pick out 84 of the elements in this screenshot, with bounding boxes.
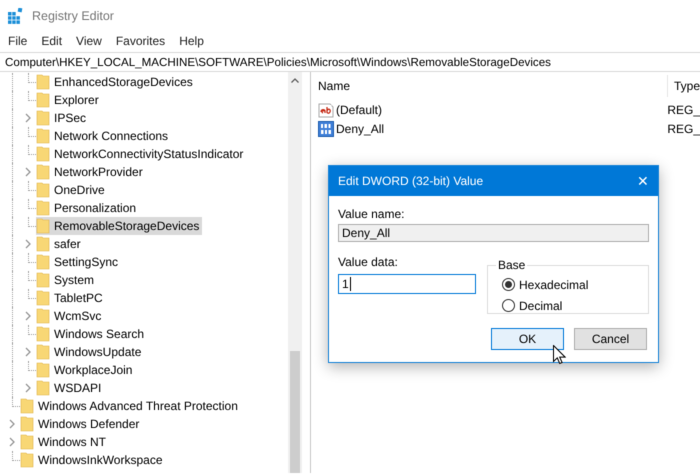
radio-button[interactable] bbox=[502, 278, 515, 291]
folder-icon bbox=[36, 254, 50, 270]
dialog-button[interactable]: Cancel bbox=[574, 328, 647, 350]
chevron-icon[interactable] bbox=[25, 167, 32, 177]
radio-option[interactable]: Decimal bbox=[502, 295, 638, 316]
chevron-icon[interactable] bbox=[25, 347, 32, 357]
string-value-icon bbox=[318, 102, 334, 118]
folder-icon bbox=[20, 398, 34, 414]
column-header[interactable]: Name bbox=[318, 79, 350, 93]
dialog-button[interactable]: OK bbox=[491, 328, 564, 350]
tree-item[interactable]: TabletPC bbox=[36, 289, 106, 307]
chevron-icon[interactable] bbox=[9, 437, 16, 447]
field-label: Value name: bbox=[338, 206, 406, 222]
tree-item[interactable]: WorkplaceJoin bbox=[36, 361, 136, 379]
tree-item[interactable]: Personalization bbox=[36, 199, 140, 217]
column-header[interactable]: Type bbox=[666, 75, 700, 97]
tree-item[interactable]: Explorer bbox=[36, 91, 102, 109]
chevron-icon[interactable] bbox=[25, 113, 32, 123]
folder-icon bbox=[20, 416, 34, 432]
tree-item[interactable]: WcmSvc bbox=[36, 307, 104, 325]
radio-option[interactable]: Hexadecimal bbox=[502, 274, 638, 295]
value-entry[interactable]: (Default) bbox=[318, 102, 668, 118]
tree-item[interactable]: NetworkProvider bbox=[36, 163, 146, 181]
folder-icon bbox=[36, 218, 50, 234]
tree-item[interactable]: WSDAPI bbox=[36, 379, 104, 397]
folder-icon bbox=[36, 110, 50, 126]
value-type: REG_ bbox=[667, 122, 700, 136]
folder-icon bbox=[36, 272, 50, 288]
folder-icon bbox=[36, 344, 50, 360]
tree-item[interactable]: NetworkConnectivityStatusIndicator bbox=[36, 145, 246, 163]
tree-item[interactable]: IPSec bbox=[36, 109, 90, 127]
menu-item[interactable]: Favorites bbox=[116, 34, 166, 48]
tree-item[interactable]: RemovableStorageDevices bbox=[36, 217, 202, 235]
value-type: REG_ bbox=[667, 102, 700, 116]
group-label: Base bbox=[497, 258, 526, 272]
menu-item[interactable]: Edit bbox=[41, 34, 62, 48]
tree-item[interactable]: safer bbox=[36, 235, 84, 253]
folder-icon bbox=[36, 200, 50, 216]
tree-item[interactable]: WindowsInkWorkspace bbox=[20, 451, 166, 469]
folder-icon bbox=[36, 128, 50, 144]
folder-icon bbox=[36, 146, 50, 162]
app-icon bbox=[8, 8, 24, 24]
value-name-field[interactable]: Deny_All bbox=[338, 224, 649, 242]
folder-icon bbox=[20, 434, 34, 450]
value-data-field[interactable]: 1 bbox=[338, 274, 476, 294]
scrollbar[interactable] bbox=[288, 72, 302, 473]
tree-item[interactable]: Network Connections bbox=[36, 127, 172, 145]
tree-item[interactable]: Windows Defender bbox=[20, 415, 142, 433]
folder-icon bbox=[36, 308, 50, 324]
radio-button[interactable] bbox=[502, 299, 515, 312]
tree-item[interactable]: Windows Advanced Threat Protection bbox=[20, 397, 241, 415]
chevron-icon[interactable] bbox=[25, 383, 32, 393]
tree-item[interactable]: WindowsUpdate bbox=[36, 343, 144, 361]
scroll-thumb[interactable] bbox=[290, 351, 300, 473]
folder-icon bbox=[36, 362, 50, 378]
folder-icon bbox=[36, 92, 50, 108]
folder-icon bbox=[36, 236, 50, 252]
value-entry[interactable]: Deny_All bbox=[318, 120, 668, 136]
address-bar[interactable]: Computer\HKEY_LOCAL_MACHINE\SOFTWARE\Policies\Microsoft\Windows\RemovableStorageDevices bbox=[0, 52, 700, 72]
scroll-up-icon[interactable] bbox=[291, 78, 299, 83]
menu-item[interactable]: View bbox=[76, 34, 102, 48]
tree-item[interactable]: EnhancedStorageDevices bbox=[36, 73, 196, 91]
tree-item[interactable]: Windows NT bbox=[20, 433, 110, 451]
folder-icon bbox=[36, 74, 50, 90]
binary-value-icon bbox=[318, 120, 334, 136]
window-title: Registry Editor bbox=[32, 9, 114, 23]
chevron-icon[interactable] bbox=[25, 239, 32, 249]
tree-item[interactable]: OneDrive bbox=[36, 181, 108, 199]
tree-item[interactable]: SettingSync bbox=[36, 253, 122, 271]
tree-item[interactable]: Windows Search bbox=[36, 325, 148, 343]
folder-icon bbox=[36, 290, 50, 306]
folder-icon bbox=[36, 380, 50, 396]
folder-icon bbox=[36, 182, 50, 198]
close-button[interactable]: ✕ bbox=[637, 173, 649, 189]
folder-icon bbox=[20, 452, 34, 468]
menu-item[interactable]: Help bbox=[179, 34, 204, 48]
field-label: Value data: bbox=[338, 255, 398, 269]
menu-item[interactable]: File bbox=[8, 34, 28, 48]
folder-icon bbox=[36, 326, 50, 342]
folder-icon bbox=[36, 164, 50, 180]
chevron-icon[interactable] bbox=[25, 311, 32, 321]
tree-item[interactable]: System bbox=[36, 271, 98, 289]
dialog-title: Edit DWORD (32-bit) Value bbox=[338, 174, 484, 188]
chevron-icon[interactable] bbox=[9, 419, 16, 429]
